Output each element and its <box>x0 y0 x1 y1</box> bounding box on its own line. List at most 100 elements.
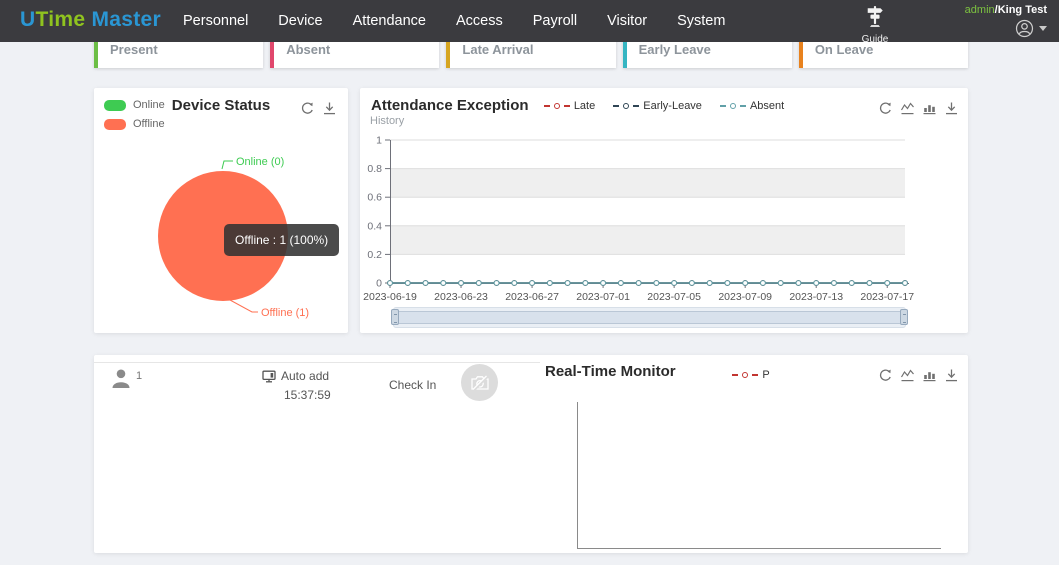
legend-line-marker <box>739 105 746 107</box>
attendance-line-chart: 0 0.2 0.4 0.6 0.8 1 2023-06-19 2023-06-23 2023-0… <box>363 135 914 304</box>
user-avatar-icon[interactable] <box>1015 19 1034 38</box>
datazoom-selected-range[interactable] <box>399 311 900 324</box>
chart-legend-item[interactable]: P <box>732 369 770 381</box>
top-navbar: UTime Master Personnel Device Attendance… <box>0 0 1059 45</box>
legend-label: Online <box>133 99 165 111</box>
nav-item[interactable]: System <box>677 13 725 29</box>
datazoom-handle-right[interactable] <box>900 309 908 325</box>
chart-legend-item[interactable]: Absent <box>719 100 785 112</box>
refresh-icon[interactable] <box>878 101 893 116</box>
legend-label: Early-Leave <box>643 100 702 112</box>
y-axis-name: History <box>370 115 405 127</box>
bar-chart-icon[interactable] <box>922 101 937 116</box>
app-logo[interactable]: UTime Master <box>20 8 161 32</box>
attendance-toolbox <box>878 101 959 116</box>
legend-line-marker <box>732 374 739 376</box>
svg-text:0.8: 0.8 <box>367 163 382 175</box>
main-menu: Personnel Device Attendance Access Payro… <box>183 0 725 42</box>
person-icon <box>112 369 130 388</box>
legend-line-marker <box>752 374 759 376</box>
datazoom-track[interactable] <box>393 307 906 328</box>
camera-off-icon <box>470 375 489 391</box>
attendance-exception-panel: Attendance Exception Late Early-Leave Ab… <box>360 88 968 333</box>
realtime-toolbox <box>878 368 959 383</box>
legend-swatch <box>104 118 126 130</box>
svg-text:2023-06-27: 2023-06-27 <box>505 291 559 303</box>
guide-label: Guide <box>861 34 889 45</box>
bar-chart-icon[interactable] <box>922 368 937 383</box>
guide-signpost-icon <box>867 6 883 27</box>
record-mode: Auto add <box>262 369 329 383</box>
svg-text:2023-07-13: 2023-07-13 <box>789 291 843 303</box>
chart-legend-item[interactable]: Late <box>543 100 596 112</box>
download-icon[interactable] <box>944 101 959 116</box>
record-time: 15:37:59 <box>284 388 331 402</box>
svg-text:0: 0 <box>376 278 382 290</box>
realtime-record-row[interactable]: 1 Auto add 15:37:59 Check In <box>94 363 534 405</box>
device-legend-item[interactable]: Online <box>104 99 165 111</box>
record-index: 1 <box>136 370 143 382</box>
legend-label: Offline <box>133 118 165 130</box>
user-name: admin/King Test <box>965 4 1047 16</box>
svg-text:0.4: 0.4 <box>367 220 382 232</box>
user-block: admin/King Test <box>965 4 1047 38</box>
legend-line-marker <box>633 105 640 107</box>
line-chart-icon[interactable] <box>900 368 915 383</box>
legend-circle-marker <box>729 103 736 109</box>
legend-swatch <box>104 99 126 111</box>
record-event: Check In <box>389 378 437 392</box>
svg-text:1: 1 <box>376 135 382 147</box>
user-role: admin <box>964 4 995 16</box>
pie-tooltip: Offline : 1 (100%) <box>224 224 340 256</box>
nav-item[interactable]: Device <box>278 13 322 29</box>
svg-text:2023-07-01: 2023-07-01 <box>576 291 630 303</box>
datazoom-slider[interactable] <box>391 307 908 328</box>
svg-text:2023-07-17: 2023-07-17 <box>860 291 914 303</box>
svg-text:2023-07-05: 2023-07-05 <box>647 291 701 303</box>
svg-text:2023-06-19: 2023-06-19 <box>363 291 417 303</box>
legend-label: P <box>762 369 770 381</box>
chart-legend-item[interactable]: Early-Leave <box>613 100 702 112</box>
realtime-empty-chart <box>577 402 941 549</box>
guide-button[interactable]: Guide <box>852 4 898 45</box>
online-callout-label: Online (0) <box>236 156 284 168</box>
page: { "colors": { "page_bg": "#eff1f5", "nav… <box>0 0 1059 565</box>
refresh-icon[interactable] <box>878 368 893 383</box>
legend-line-marker <box>719 105 726 107</box>
device-icon <box>262 370 276 382</box>
legend-line-marker <box>613 105 620 107</box>
download-icon[interactable] <box>944 368 959 383</box>
nav-item[interactable]: Access <box>456 13 503 29</box>
offline-callout-label: Offline (1) <box>261 307 309 319</box>
logo-part-time: Time <box>35 8 86 31</box>
attendance-legend: Late Early-Leave Absent <box>360 100 968 112</box>
legend-line-marker <box>543 105 550 107</box>
record-mode-label: Auto add <box>281 369 330 383</box>
nav-item[interactable]: Attendance <box>353 13 426 29</box>
svg-text:0.6: 0.6 <box>367 192 382 204</box>
offline-callout-line <box>229 299 258 313</box>
legend-label: Absent <box>749 100 785 112</box>
nav-item[interactable]: Visitor <box>607 13 647 29</box>
line-chart-icon[interactable] <box>900 101 915 116</box>
device-status-legend: Online Offline <box>104 99 165 137</box>
user-account: /King Test <box>994 4 1047 16</box>
device-status-panel: Online Offline Device Status Online (0) … <box>94 88 348 333</box>
user-menu-caret-icon[interactable] <box>1039 26 1047 31</box>
device-legend-item[interactable]: Offline <box>104 118 165 130</box>
nav-item[interactable]: Payroll <box>533 13 577 29</box>
svg-text:2023-06-23: 2023-06-23 <box>434 291 488 303</box>
svg-text:2023-07-09: 2023-07-09 <box>718 291 772 303</box>
realtime-monitor-panel: 1 Auto add 15:37:59 Check In Real-Time M… <box>94 355 968 553</box>
legend-circle-marker <box>742 372 749 378</box>
svg-text:0.2: 0.2 <box>367 249 382 261</box>
nav-item[interactable]: Personnel <box>183 13 248 29</box>
legend-circle-marker <box>623 103 630 109</box>
record-photo-placeholder <box>461 364 498 401</box>
online-callout-line <box>221 160 233 170</box>
legend-line-marker <box>563 105 570 107</box>
legend-label: Late <box>573 100 596 112</box>
legend-circle-marker <box>553 103 560 109</box>
datazoom-handle-left[interactable] <box>391 309 399 325</box>
logo-part-u: U <box>20 8 36 31</box>
